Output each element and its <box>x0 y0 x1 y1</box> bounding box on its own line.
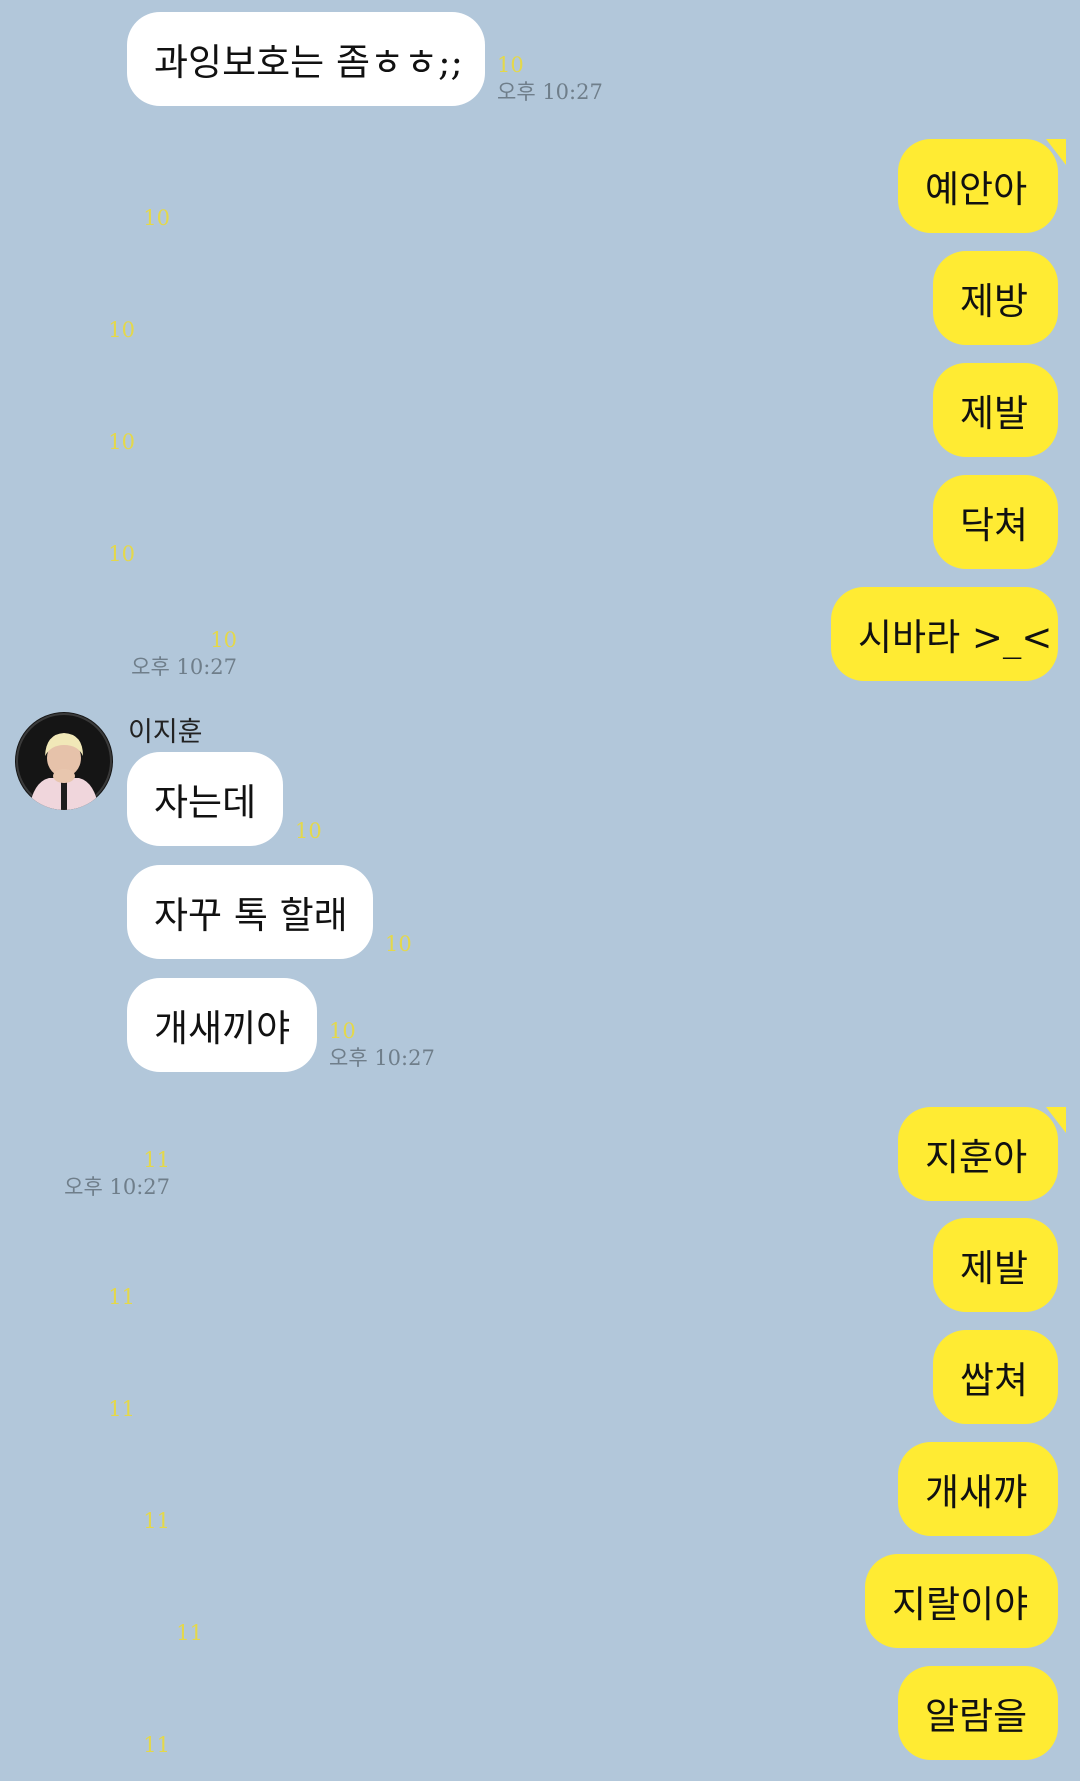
read-count: 11 <box>143 1509 170 1533</box>
read-count: 11 <box>108 1285 135 1309</box>
message-bubble[interactable]: 개새꺄 <box>898 1442 1058 1536</box>
message-bubble[interactable]: 과잉보호는 좀ㅎㅎ;; <box>127 12 485 106</box>
message-timestamp: 오후 10:27 <box>64 1175 170 1199</box>
message-bubble[interactable]: 개새끼야 <box>127 978 317 1072</box>
message-bubble[interactable]: 쌉쳐 <box>933 1330 1058 1424</box>
chat-area[interactable]: 이지훈 과잉보호는 좀ㅎㅎ;; 10 오후 10:27 예안아 10 제방 10 제발 10 닥쳐… <box>0 0 1080 1781</box>
read-count: 11 <box>108 1397 135 1421</box>
read-count: 10 <box>210 628 237 652</box>
message-timestamp: 오후 10:27 <box>329 1046 435 1070</box>
read-count: 10 <box>108 318 135 342</box>
read-count: 10 <box>295 819 322 843</box>
message-bubble[interactable]: 제방 <box>933 251 1058 345</box>
read-count: 10 <box>108 430 135 454</box>
message-bubble[interactable]: 자꾸 톡 할래 <box>127 865 373 959</box>
contact-avatar[interactable] <box>15 712 113 810</box>
message-bubble[interactable]: 제발 <box>933 363 1058 457</box>
read-count: 10 <box>385 932 412 956</box>
message-bubble[interactable]: 닥쳐 <box>933 475 1058 569</box>
message-timestamp: 오후 10:27 <box>131 655 237 679</box>
read-count: 11 <box>143 1148 170 1172</box>
message-bubble[interactable]: 예안아 <box>898 139 1066 233</box>
read-count: 11 <box>176 1621 203 1645</box>
message-bubble[interactable]: 알람을 <box>898 1666 1058 1760</box>
contact-name: 이지훈 <box>128 717 203 748</box>
message-bubble[interactable]: 지랄이야 <box>865 1554 1058 1648</box>
message-timestamp: 오후 10:27 <box>497 80 603 104</box>
message-bubble[interactable]: 시바라 >_< <box>831 587 1058 681</box>
read-count: 10 <box>497 53 524 77</box>
profile-photo-icon <box>15 712 113 810</box>
read-count: 10 <box>329 1019 356 1043</box>
message-bubble[interactable]: 제발 <box>933 1218 1058 1312</box>
read-count: 10 <box>108 542 135 566</box>
message-bubble[interactable]: 지훈아 <box>898 1107 1066 1201</box>
read-count: 11 <box>143 1733 170 1757</box>
read-count: 10 <box>143 206 170 230</box>
message-bubble[interactable]: 자는데 <box>127 752 283 846</box>
